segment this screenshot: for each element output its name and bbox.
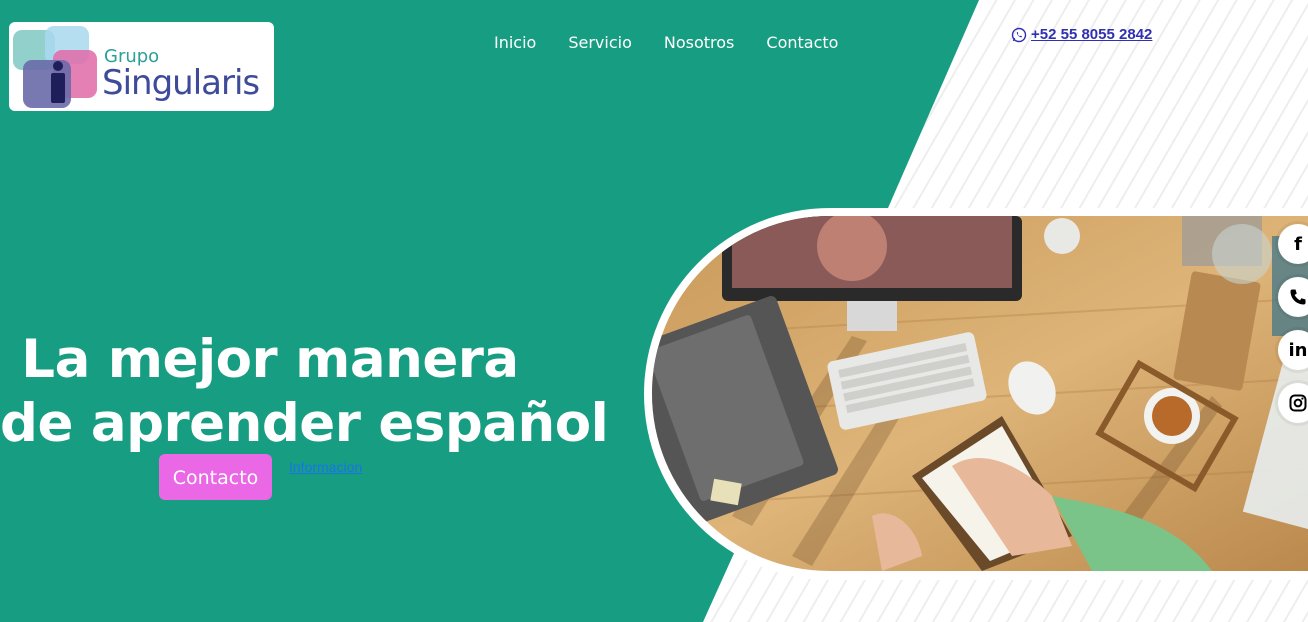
main-nav: Inicio Servicio Nosotros Contacto [494, 33, 838, 53]
hero-title: La mejor manera de aprender español [0, 328, 609, 456]
logo-text-main: Singularis [102, 63, 260, 103]
hero-title-line-2: de aprender español [0, 392, 609, 454]
hero-title-line-1: La mejor manera [21, 328, 519, 390]
hero-image [652, 216, 1308, 571]
logo-mark-icon [13, 26, 97, 108]
phone-number: +52 55 8055 2842 [1031, 26, 1153, 43]
contact-button[interactable]: Contacto [159, 454, 272, 500]
desk-photo-illustration [652, 216, 1308, 571]
phone-link[interactable]: +52 55 8055 2842 [1011, 26, 1152, 43]
phone-icon [1286, 285, 1308, 309]
facebook-icon: f [1294, 233, 1302, 255]
nav-item-contacto[interactable]: Contacto [766, 33, 838, 53]
nav-item-inicio[interactable]: Inicio [494, 33, 536, 53]
instagram-icon [1286, 391, 1308, 415]
nav-item-servicio[interactable]: Servicio [568, 33, 632, 53]
whatsapp-icon [1011, 27, 1027, 42]
brand-logo[interactable]: Grupo Singularis [9, 22, 274, 111]
linkedin-icon: in [1288, 339, 1308, 361]
information-link[interactable]: Informacion [289, 459, 362, 475]
nav-item-nosotros[interactable]: Nosotros [664, 33, 735, 53]
